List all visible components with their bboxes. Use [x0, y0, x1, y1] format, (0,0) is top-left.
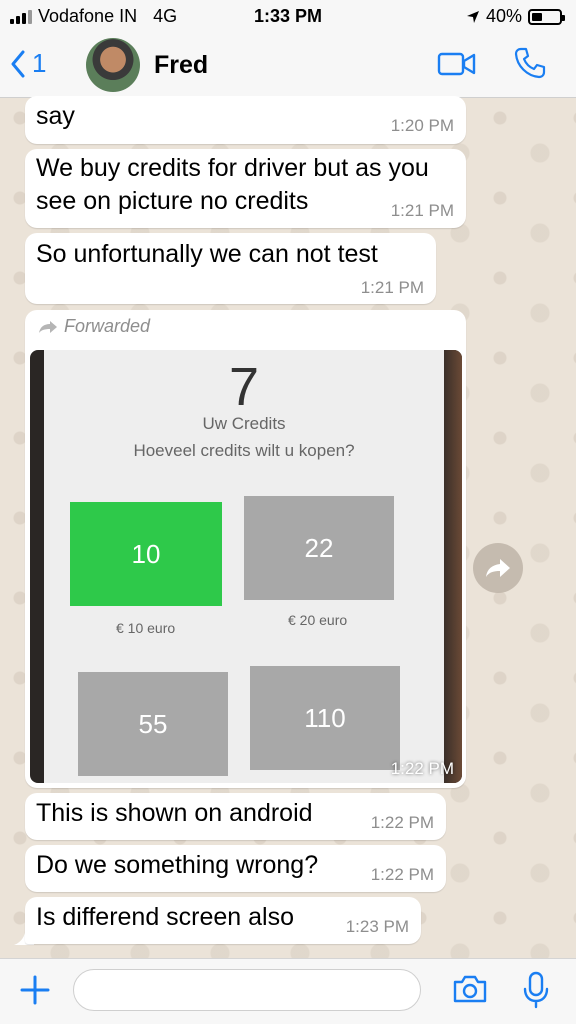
message-text: This is shown on android — [36, 799, 313, 827]
back-button[interactable]: 1 — [10, 48, 46, 79]
photo-attachment[interactable]: 7 Uw Credits Hoeveel credits wilt u kope… — [30, 350, 462, 783]
battery-level — [532, 12, 542, 21]
credit-price: € 20 euro — [288, 612, 348, 628]
credits-question: Hoeveel credits wilt u kopen? — [133, 441, 355, 460]
message-text: say — [36, 102, 75, 130]
forwarded-text: Forwarded — [64, 316, 151, 336]
chevron-left-icon — [11, 50, 25, 77]
battery-icon — [528, 8, 565, 25]
credit-option: 110 — [250, 666, 400, 770]
message-text: Do we something wrong? — [36, 851, 319, 879]
credit-option: 10 — [70, 502, 222, 606]
microphone-icon[interactable] — [522, 971, 550, 1009]
battery-percent: 40% — [485, 6, 522, 26]
forward-arrow-icon — [39, 320, 57, 333]
contact-name[interactable]: Fred — [154, 51, 208, 80]
forwarded-label: Forwarded — [38, 316, 150, 337]
message-bubble[interactable]: Is differend screen also 1:23 PM — [25, 897, 421, 944]
credit-count: 7 — [228, 357, 260, 417]
status-bar: Vodafone IN 4G 1:33 PM 40% — [0, 0, 576, 34]
message-time: 1:21 PM — [360, 278, 424, 297]
message-text: So unfortunally we can not test — [36, 240, 378, 268]
message-bubble[interactable]: So unfortunally we can not test 1:21 PM — [25, 233, 436, 304]
message-time: 1:22 PM — [370, 813, 434, 832]
message-time: 1:22 PM — [370, 865, 434, 884]
credits-label: Uw Credits — [202, 414, 286, 433]
location-arrow-icon — [466, 10, 479, 23]
share-icon — [486, 559, 510, 577]
message-text: Is differend screen also — [36, 903, 295, 931]
phone-icon[interactable] — [513, 46, 547, 80]
message-time: 1:20 PM — [390, 116, 454, 135]
credit-price: € 10 euro — [116, 620, 176, 636]
message-bubble[interactable]: This is shown on android 1:22 PM — [25, 793, 446, 840]
plus-icon[interactable] — [18, 973, 52, 1007]
message-time: 1:21 PM — [390, 201, 454, 220]
unread-count: 1 — [32, 48, 47, 78]
chat-header: 1 Fred — [0, 34, 576, 98]
credit-option: 22 — [244, 496, 394, 600]
input-bar — [0, 958, 576, 1024]
message-bubble[interactable]: say 1:20 PM — [25, 96, 466, 144]
share-button[interactable] — [473, 543, 523, 593]
message-time: 1:23 PM — [345, 917, 409, 936]
message-input[interactable] — [73, 969, 421, 1011]
credit-option: 55 — [78, 672, 228, 776]
avatar[interactable] — [86, 38, 140, 92]
phone-edge — [444, 350, 462, 783]
message-bubble[interactable]: We buy credits for driver but as you see… — [25, 149, 466, 228]
camera-icon[interactable] — [452, 974, 488, 1004]
message-text-line2: see on picture no credits — [36, 187, 309, 215]
video-camera-icon[interactable] — [437, 51, 477, 77]
message-text-line1: We buy credits for driver but as you — [36, 154, 429, 182]
message-bubble[interactable]: Do we something wrong? 1:22 PM — [25, 845, 446, 892]
phone-screen-image: 7 Uw Credits Hoeveel credits wilt u kope… — [44, 350, 444, 783]
message-time: 1:22 PM — [390, 759, 454, 778]
